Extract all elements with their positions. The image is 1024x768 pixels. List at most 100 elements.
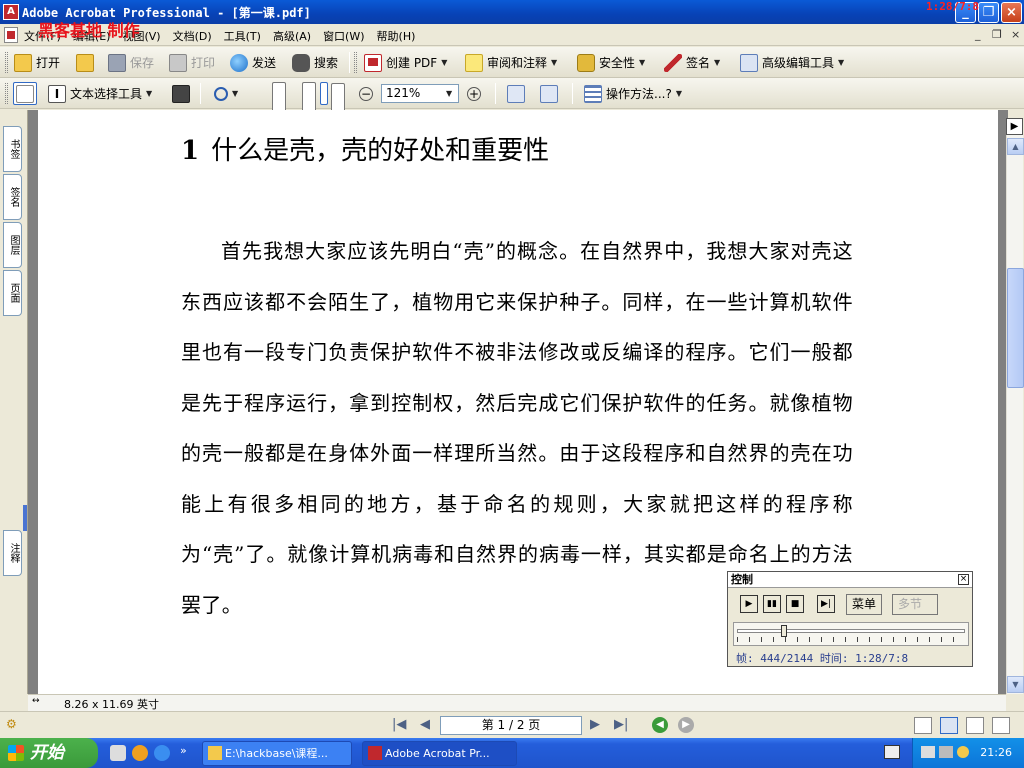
stop-button[interactable]: ■	[786, 595, 804, 613]
review-comment-button[interactable]: 审阅和注释 ▼	[465, 51, 557, 74]
zoom-dropdown[interactable]: ▼	[446, 82, 452, 105]
create-pdf-button[interactable]: 创建 PDF ▼	[364, 51, 447, 74]
chevron-down-icon[interactable]: ▼	[146, 89, 152, 98]
menu-button[interactable]: 菜单	[846, 594, 883, 615]
zoom-out-button[interactable]: −	[359, 82, 373, 105]
fit-width-button[interactable]	[320, 82, 345, 667]
doc-restore-button[interactable]: ❐	[992, 28, 1002, 41]
lock-status-icon: ⚙	[6, 717, 17, 731]
help-list-icon	[584, 84, 602, 103]
menu-window[interactable]: 窗口(W)	[323, 28, 364, 44]
continuous-view-button[interactable]	[940, 717, 958, 734]
advanced-edit-button[interactable]: 高级编辑工具 ▼	[740, 51, 844, 74]
sign-button[interactable]: 签名 ▼	[664, 51, 720, 74]
snapshot-button[interactable]	[172, 82, 190, 105]
toolbar-grip[interactable]	[5, 83, 8, 104]
step-forward-button[interactable]: ▶|	[817, 595, 835, 613]
back-view-icon[interactable]: ◀	[652, 717, 668, 733]
tab-pages[interactable]: 页面	[3, 270, 22, 316]
start-button[interactable]: 开始	[0, 738, 98, 768]
network-icon[interactable]	[921, 746, 935, 758]
acrobat-app-icon[interactable]: A	[3, 4, 19, 20]
chevron-down-icon[interactable]: ▼	[838, 58, 844, 67]
rotate-right-icon	[540, 84, 558, 103]
quicklaunch-app-icon[interactable]	[110, 745, 126, 761]
panel-splitter[interactable]	[23, 505, 27, 531]
zoom-tool-button[interactable]: ▼	[214, 82, 238, 105]
play-button[interactable]: ▶	[740, 595, 758, 613]
menu-help[interactable]: 帮助(H)	[377, 28, 416, 44]
slider-handle[interactable]	[781, 625, 788, 637]
chevron-down-icon[interactable]: ▼	[551, 58, 557, 67]
security-button[interactable]: 安全性 ▼	[577, 51, 645, 74]
first-page-button[interactable]: |◀	[392, 717, 406, 732]
next-page-button[interactable]: ▶	[590, 717, 600, 732]
text-cursor-icon: I	[48, 84, 66, 103]
chevron-down-icon[interactable]: ▼	[232, 89, 238, 98]
last-page-button[interactable]: ▶|	[614, 717, 628, 732]
save-button[interactable]: 保存	[108, 51, 154, 74]
timeline-slider[interactable]	[733, 622, 969, 646]
tab-signatures[interactable]: 签名	[3, 174, 22, 220]
zoom-in-button[interactable]: +	[467, 82, 481, 105]
create-pdf-icon	[364, 53, 382, 72]
toolbar-grip[interactable]	[5, 52, 8, 73]
taskbar-acrobat[interactable]: Adobe Acrobat Pr...	[362, 741, 517, 766]
tab-layers[interactable]: 图层	[3, 222, 22, 268]
chevron-down-icon[interactable]: ▼	[714, 58, 720, 67]
menu-tools[interactable]: 工具(T)	[224, 28, 261, 44]
navigation-panel: 书签 签名 图层 页面 注释	[0, 110, 28, 694]
scroll-thumb[interactable]	[1007, 268, 1024, 388]
restore-button[interactable]: ❐	[978, 2, 999, 23]
toolbar-grip[interactable]	[354, 52, 357, 73]
chevron-down-icon[interactable]: ▼	[676, 89, 682, 98]
vertical-scrollbar[interactable]: ▲ ▼	[1006, 118, 1024, 694]
chevron-down-icon[interactable]: ▼	[441, 58, 447, 67]
horizontal-scrollbar[interactable]: ↔ 8.26 x 11.69 英寸	[28, 694, 1006, 711]
menu-document[interactable]: 文档(D)	[173, 28, 212, 44]
page-size-label: 8.26 x 11.69 英寸	[64, 698, 159, 711]
quicklaunch-media-icon[interactable]	[132, 745, 148, 761]
volume-icon[interactable]	[957, 746, 969, 758]
file-toolbar: 打开 保存 打印 发送 搜索 创建 PDF ▼ 审阅和注释 ▼ 安全性 ▼ 签名 ▼ 高…	[0, 47, 1024, 78]
tab-bookmarks[interactable]: 书签	[3, 126, 22, 172]
single-page-view-button[interactable]	[914, 717, 932, 734]
menu-advanced[interactable]: 高级(A)	[273, 28, 311, 44]
facing-view-button[interactable]	[966, 717, 984, 734]
doc-close-button[interactable]: ×	[1011, 28, 1020, 41]
close-icon[interactable]: ×	[958, 574, 969, 585]
scroll-down-button[interactable]: ▼	[1007, 676, 1024, 693]
resize-arrows-icon[interactable]: ↔	[32, 696, 40, 706]
organizer-button[interactable]	[76, 51, 94, 74]
text-select-tool-button[interactable]: I 文本选择工具 ▼	[48, 82, 152, 105]
previous-page-button[interactable]: ◀	[420, 717, 430, 732]
tab-comments[interactable]: 注释	[3, 530, 22, 576]
document-icon[interactable]	[4, 27, 18, 43]
scroll-up-button[interactable]: ▲	[1007, 138, 1024, 155]
tray-app-icon[interactable]	[939, 746, 953, 758]
how-to-button[interactable]: 操作方法...? ▼	[584, 82, 682, 105]
ie-icon[interactable]	[154, 745, 170, 761]
multi-section-button[interactable]: 多节	[892, 594, 938, 615]
panel-toggle-button[interactable]: ▶	[1006, 118, 1023, 135]
close-button[interactable]: ×	[1001, 2, 1022, 23]
send-button[interactable]: 发送	[230, 51, 276, 74]
doc-minimize-button[interactable]: _	[975, 28, 981, 41]
chevron-down-icon[interactable]: ▼	[639, 58, 645, 67]
keyboard-icon[interactable]	[884, 745, 900, 759]
rotate-left-button[interactable]	[507, 82, 525, 105]
open-button[interactable]: 打开	[14, 51, 60, 74]
search-button[interactable]: 搜索	[292, 51, 338, 74]
pen-icon	[664, 53, 682, 72]
rotate-right-button[interactable]	[540, 82, 558, 105]
quicklaunch-more-icon[interactable]: »	[180, 744, 187, 757]
page-heading: 1 什么是壳，壳的好处和重要性	[181, 130, 549, 167]
continuous-facing-view-button[interactable]	[992, 717, 1010, 734]
pause-button[interactable]: ▮▮	[763, 595, 781, 613]
hand-tool-button[interactable]	[13, 82, 37, 105]
print-button[interactable]: 打印	[169, 51, 215, 74]
page-number-input[interactable]: 第 1 / 2 页	[440, 716, 582, 735]
frame-time-info: 帧: 444/2144 时间: 1:28/7:8	[736, 652, 909, 665]
forward-view-icon[interactable]: ▶	[678, 717, 694, 733]
taskbar-explorer[interactable]: E:\hackbase\课程...	[202, 741, 352, 766]
